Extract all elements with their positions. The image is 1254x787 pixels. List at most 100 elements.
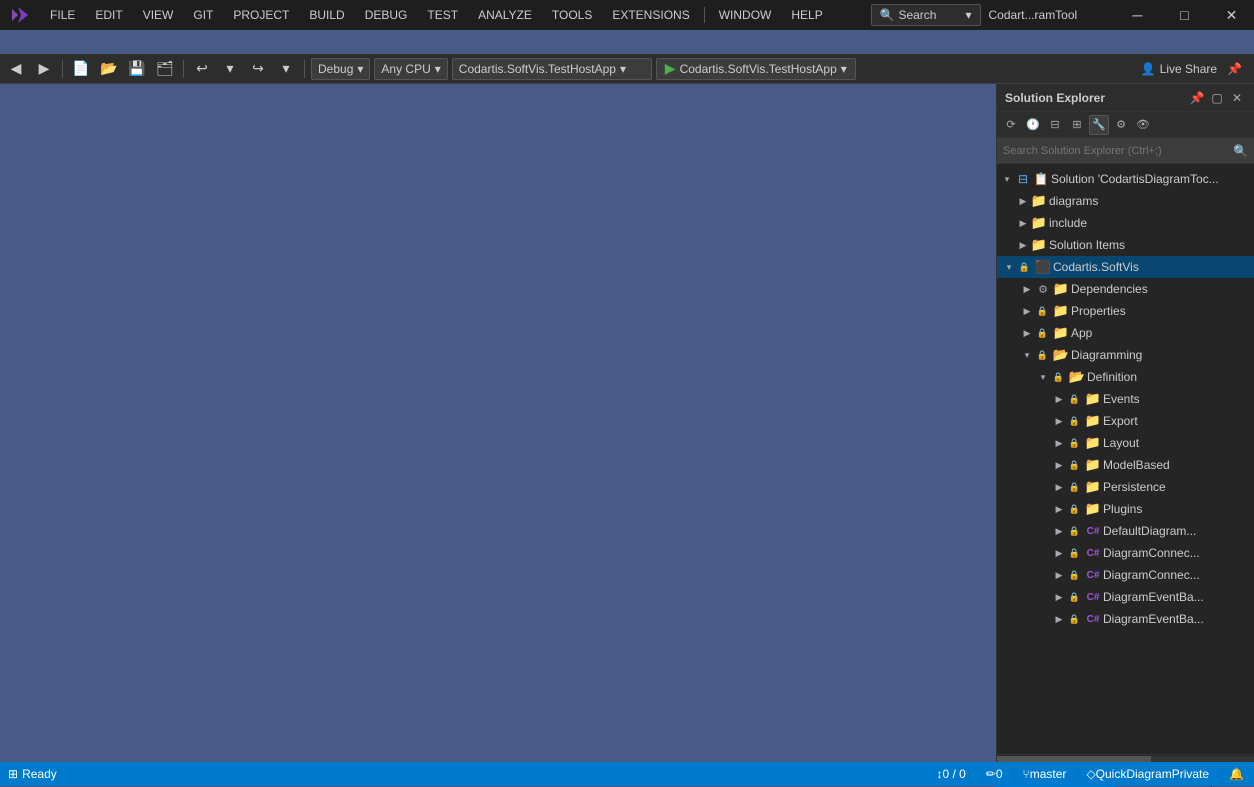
menu-tools[interactable]: TOOLS bbox=[542, 0, 602, 30]
tree-item-plugins[interactable]: ▶ 🔒 📁 Plugins bbox=[997, 498, 1254, 520]
maximize-button[interactable]: □ bbox=[1162, 0, 1207, 30]
se-maximize-button[interactable]: ▢ bbox=[1208, 89, 1226, 107]
se-history-button[interactable]: 🕐 bbox=[1023, 115, 1043, 135]
tree-item-layout[interactable]: ▶ 🔒 📁 Layout bbox=[997, 432, 1254, 454]
se-preview-button[interactable]: 👁 bbox=[1133, 115, 1153, 135]
platform-dropdown[interactable]: Any CPU ▾ bbox=[374, 58, 447, 80]
menu-project[interactable]: PROJECT bbox=[223, 0, 299, 30]
menu-separator bbox=[704, 7, 705, 23]
menu-view[interactable]: VIEW bbox=[133, 0, 184, 30]
include-expand-icon[interactable]: ▶ bbox=[1015, 212, 1031, 234]
menu-analyze[interactable]: ANALYZE bbox=[468, 0, 542, 30]
tree-item-diagramconnec2[interactable]: ▶ 🔒 C# DiagramConnec... bbox=[997, 564, 1254, 586]
lock-app: 🔒 bbox=[1035, 325, 1051, 341]
layout-expand-icon[interactable]: ▶ bbox=[1051, 432, 1067, 454]
close-button[interactable]: ✕ bbox=[1209, 0, 1254, 30]
project-expand-icon[interactable]: ▾ bbox=[1001, 256, 1017, 278]
persistence-expand-icon[interactable]: ▶ bbox=[1051, 476, 1067, 498]
tree-item-diagrams[interactable]: ▶ 📁 diagrams bbox=[997, 190, 1254, 212]
se-settings-button[interactable]: ⚙ bbox=[1111, 115, 1131, 135]
tree-item-modelbased[interactable]: ▶ 🔒 📁 ModelBased bbox=[997, 454, 1254, 476]
menu-build[interactable]: BUILD bbox=[299, 0, 354, 30]
tree-item-defaultdiagram[interactable]: ▶ 🔒 C# DefaultDiagram... bbox=[997, 520, 1254, 542]
menu-test[interactable]: TEST bbox=[417, 0, 468, 30]
tree-item-events[interactable]: ▶ 🔒 📁 Events bbox=[997, 388, 1254, 410]
open-button[interactable]: 📂 bbox=[97, 58, 121, 80]
modelbased-expand-icon[interactable]: ▶ bbox=[1051, 454, 1067, 476]
tree-item-solution[interactable]: ▾ ⊟ 📋 Solution 'CodartisDiagramToc... bbox=[997, 168, 1254, 190]
se-filter-button[interactable]: 🔧 bbox=[1089, 115, 1109, 135]
title-search-box[interactable]: 🔍 Search ▾ bbox=[871, 4, 981, 26]
plugins-expand-icon[interactable]: ▶ bbox=[1051, 498, 1067, 520]
save-button[interactable]: 💾 bbox=[125, 58, 149, 80]
properties-expand-icon[interactable]: ▶ bbox=[1019, 300, 1035, 322]
events-expand-icon[interactable]: ▶ bbox=[1051, 388, 1067, 410]
persistence-folder: 📁 bbox=[1085, 479, 1101, 495]
status-edits[interactable]: ✏ 0 bbox=[976, 762, 1013, 786]
redo-dropdown[interactable]: ▾ bbox=[274, 58, 298, 80]
se-scrollbar-horizontal[interactable] bbox=[997, 754, 1254, 762]
startup-project-dropdown[interactable]: Codartis.SoftVis.TestHostApp ▾ bbox=[452, 58, 652, 80]
tree-item-definition[interactable]: ▾ 🔒 📂 Definition bbox=[997, 366, 1254, 388]
branch-name: master bbox=[1030, 767, 1067, 781]
tree-item-persistence[interactable]: ▶ 🔒 📁 Persistence bbox=[997, 476, 1254, 498]
status-coordinates[interactable]: ↕ 0 / 0 bbox=[926, 762, 975, 786]
tree-item-properties[interactable]: ▶ 🔒 📁 Properties bbox=[997, 300, 1254, 322]
se-collapse-button[interactable]: ⊟ bbox=[1045, 115, 1065, 135]
status-branch[interactable]: ⑂ master bbox=[1013, 762, 1077, 786]
solution-items-expand-icon[interactable]: ▶ bbox=[1015, 234, 1031, 256]
tree-item-diagramming[interactable]: ▾ 🔒 📂 Diagramming bbox=[997, 344, 1254, 366]
debug-config-dropdown[interactable]: Debug ▾ bbox=[311, 58, 370, 80]
run-button[interactable]: ▶ Codartis.SoftVis.TestHostApp ▾ bbox=[656, 58, 856, 80]
forward-button[interactable]: ▶ bbox=[32, 58, 56, 80]
tree-item-solution-items[interactable]: ▶ 📁 Solution Items bbox=[997, 234, 1254, 256]
tree-item-export[interactable]: ▶ 🔒 📁 Export bbox=[997, 410, 1254, 432]
diagrameventb1-expand-icon[interactable]: ▶ bbox=[1051, 586, 1067, 608]
undo-dropdown[interactable]: ▾ bbox=[218, 58, 242, 80]
se-tree[interactable]: ▾ ⊟ 📋 Solution 'CodartisDiagramToc... ▶ … bbox=[997, 164, 1254, 754]
menu-debug[interactable]: DEBUG bbox=[355, 0, 418, 30]
se-hscroll-thumb[interactable] bbox=[997, 756, 1151, 762]
tree-item-diagrameventb2[interactable]: ▶ 🔒 C# DiagramEventBa... bbox=[997, 608, 1254, 630]
redo-button[interactable]: ↪ bbox=[246, 58, 270, 80]
toolbar-sep-3 bbox=[304, 60, 305, 78]
menu-help[interactable]: HELP bbox=[781, 0, 832, 30]
menu-git[interactable]: GIT bbox=[183, 0, 223, 30]
solution-expand-icon[interactable]: ▾ bbox=[999, 168, 1015, 190]
menu-file[interactable]: FILE bbox=[40, 0, 85, 30]
tree-item-app[interactable]: ▶ 🔒 📁 App bbox=[997, 322, 1254, 344]
diagrams-expand-icon[interactable]: ▶ bbox=[1015, 190, 1031, 212]
se-pin-button[interactable]: 📌 bbox=[1188, 89, 1206, 107]
se-home-button[interactable]: ⊞ bbox=[1067, 115, 1087, 135]
menu-edit[interactable]: EDIT bbox=[85, 0, 132, 30]
new-file-button[interactable]: 📄 bbox=[69, 58, 93, 80]
back-button[interactable]: ◀ bbox=[4, 58, 28, 80]
live-share-button[interactable]: 👤 Live Share 📌 bbox=[1133, 62, 1250, 76]
se-close-button[interactable]: ✕ bbox=[1228, 89, 1246, 107]
se-sync-button[interactable]: ⟳ bbox=[1001, 115, 1021, 135]
plugins-folder: 📁 bbox=[1085, 501, 1101, 517]
diagramming-expand-icon[interactable]: ▾ bbox=[1019, 344, 1035, 366]
tree-item-project[interactable]: ▾ 🔒 ⬛ Codartis.SoftVis bbox=[997, 256, 1254, 278]
defaultdiagram-expand-icon[interactable]: ▶ bbox=[1051, 520, 1067, 542]
minimize-button[interactable]: ─ bbox=[1115, 0, 1160, 30]
tree-item-diagramconnec1[interactable]: ▶ 🔒 C# DiagramConnec... bbox=[997, 542, 1254, 564]
tree-item-dependencies[interactable]: ▶ ⚙ 📁 Dependencies bbox=[997, 278, 1254, 300]
undo-button[interactable]: ↩ bbox=[190, 58, 214, 80]
se-search-input[interactable] bbox=[1003, 145, 1233, 157]
definition-expand-icon[interactable]: ▾ bbox=[1035, 366, 1051, 388]
status-project[interactable]: ◇ QuickDiagramPrivate bbox=[1076, 762, 1219, 786]
tree-item-include[interactable]: ▶ 📁 include bbox=[997, 212, 1254, 234]
app-expand-icon[interactable]: ▶ bbox=[1019, 322, 1035, 344]
menu-window[interactable]: WINDOW bbox=[709, 0, 782, 30]
layout-label: Layout bbox=[1103, 436, 1139, 450]
export-expand-icon[interactable]: ▶ bbox=[1051, 410, 1067, 432]
diagrameventb2-expand-icon[interactable]: ▶ bbox=[1051, 608, 1067, 630]
dependencies-expand-icon[interactable]: ▶ bbox=[1019, 278, 1035, 300]
tree-item-diagrameventb1[interactable]: ▶ 🔒 C# DiagramEventBa... bbox=[997, 586, 1254, 608]
menu-extensions[interactable]: EXTENSIONS bbox=[602, 0, 699, 30]
diagramconnec1-expand-icon[interactable]: ▶ bbox=[1051, 542, 1067, 564]
diagramconnec2-expand-icon[interactable]: ▶ bbox=[1051, 564, 1067, 586]
save-all-button[interactable]: 🗂 bbox=[153, 58, 177, 80]
status-bell[interactable]: 🔔 bbox=[1219, 762, 1254, 786]
